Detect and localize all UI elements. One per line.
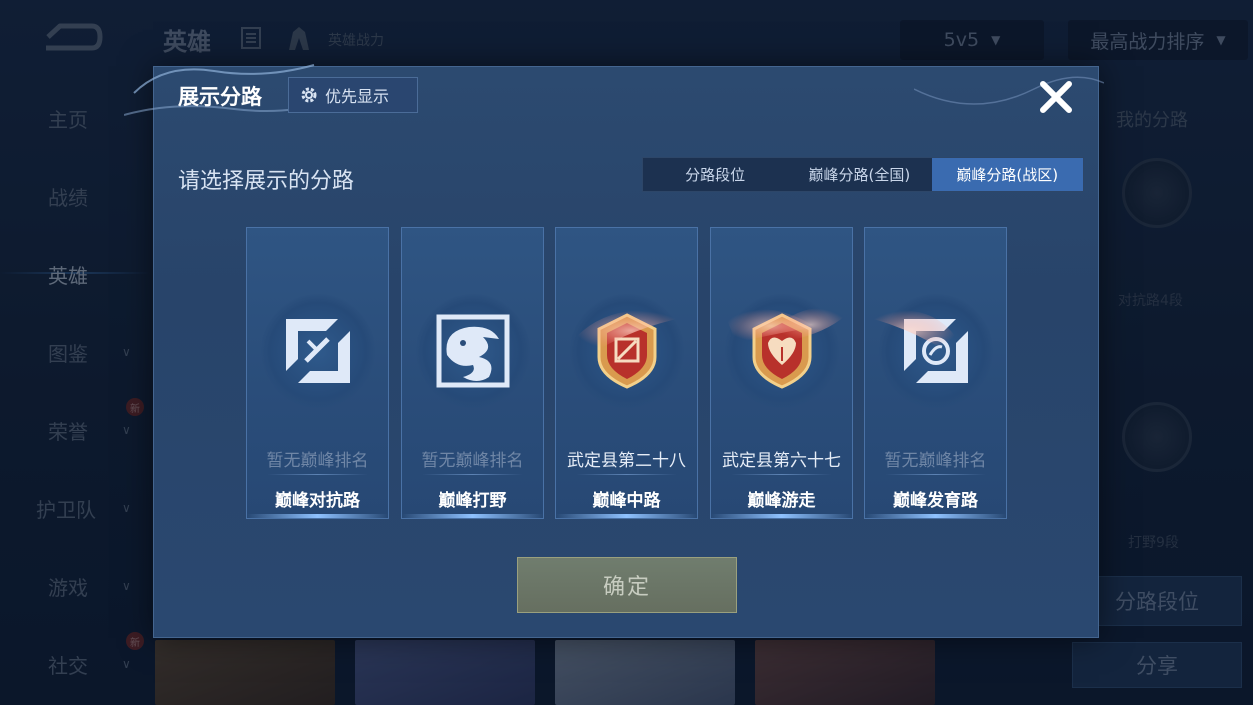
- card-lane-label: 巅峰中路: [592, 491, 661, 511]
- card-rank-text: 暂无巅峰排名: [884, 451, 987, 471]
- lane-card-jungle[interactable]: 暂无巅峰排名 巅峰打野: [401, 227, 544, 519]
- tab-lane-rank[interactable]: 分路段位: [643, 158, 787, 191]
- lane-card-bot[interactable]: 暂无巅峰排名 巅峰发育路: [864, 227, 1007, 519]
- lane-card-top[interactable]: 暂无巅峰排名 巅峰对抗路: [246, 227, 389, 519]
- close-button[interactable]: [1034, 75, 1078, 119]
- divider: [865, 514, 1006, 518]
- divider: [402, 514, 543, 518]
- priority-display-button[interactable]: 优先显示: [288, 77, 418, 113]
- card-lane-label: 巅峰对抗路: [275, 491, 360, 511]
- divider: [711, 514, 852, 518]
- card-rank-text: 武定县第二十八: [567, 451, 686, 471]
- top-lane-icon: [286, 319, 350, 383]
- roam-badge-icon: [752, 313, 812, 389]
- mid-lane-badge-icon: [597, 313, 657, 389]
- card-rank-text: 武定县第六十七: [722, 451, 841, 471]
- confirm-button[interactable]: 确定: [517, 557, 737, 613]
- divider: [267, 474, 368, 475]
- card-lane-label: 巅峰游走: [747, 491, 816, 511]
- tab-peak-national[interactable]: 巅峰分路(全国): [787, 158, 931, 191]
- gear-icon: [301, 87, 317, 103]
- card-rank-text: 暂无巅峰排名: [266, 451, 369, 471]
- close-icon: [1040, 81, 1072, 113]
- tab-peak-region[interactable]: 巅峰分路(战区): [931, 158, 1083, 191]
- divider: [247, 514, 388, 518]
- divider: [576, 474, 677, 475]
- card-lane-label: 巅峰打野: [438, 491, 507, 511]
- divider: [731, 474, 832, 475]
- divider: [422, 474, 523, 475]
- lane-tabs: 分路段位 巅峰分路(全国) 巅峰分路(战区): [642, 157, 1084, 192]
- card-lane-label: 巅峰发育路: [893, 491, 978, 511]
- card-rank-text: 暂无巅峰排名: [421, 451, 524, 471]
- priority-display-label: 优先显示: [325, 87, 390, 106]
- jungle-icon: [436, 314, 510, 388]
- lane-card-roam[interactable]: 武定县第六十七 巅峰游走: [710, 227, 853, 519]
- show-lane-dialog: 展示分路 优先显示 请选择展示的分路 分路段位 巅峰分路(全国) 巅峰分路(战区…: [124, 64, 1104, 638]
- dialog-title: 展示分路: [178, 85, 262, 109]
- select-lane-prompt: 请选择展示的分路: [178, 169, 355, 194]
- lane-card-mid[interactable]: 武定县第二十八 巅峰中路: [555, 227, 698, 519]
- bot-lane-icon: [904, 319, 968, 383]
- divider: [556, 514, 697, 518]
- divider: [885, 474, 986, 475]
